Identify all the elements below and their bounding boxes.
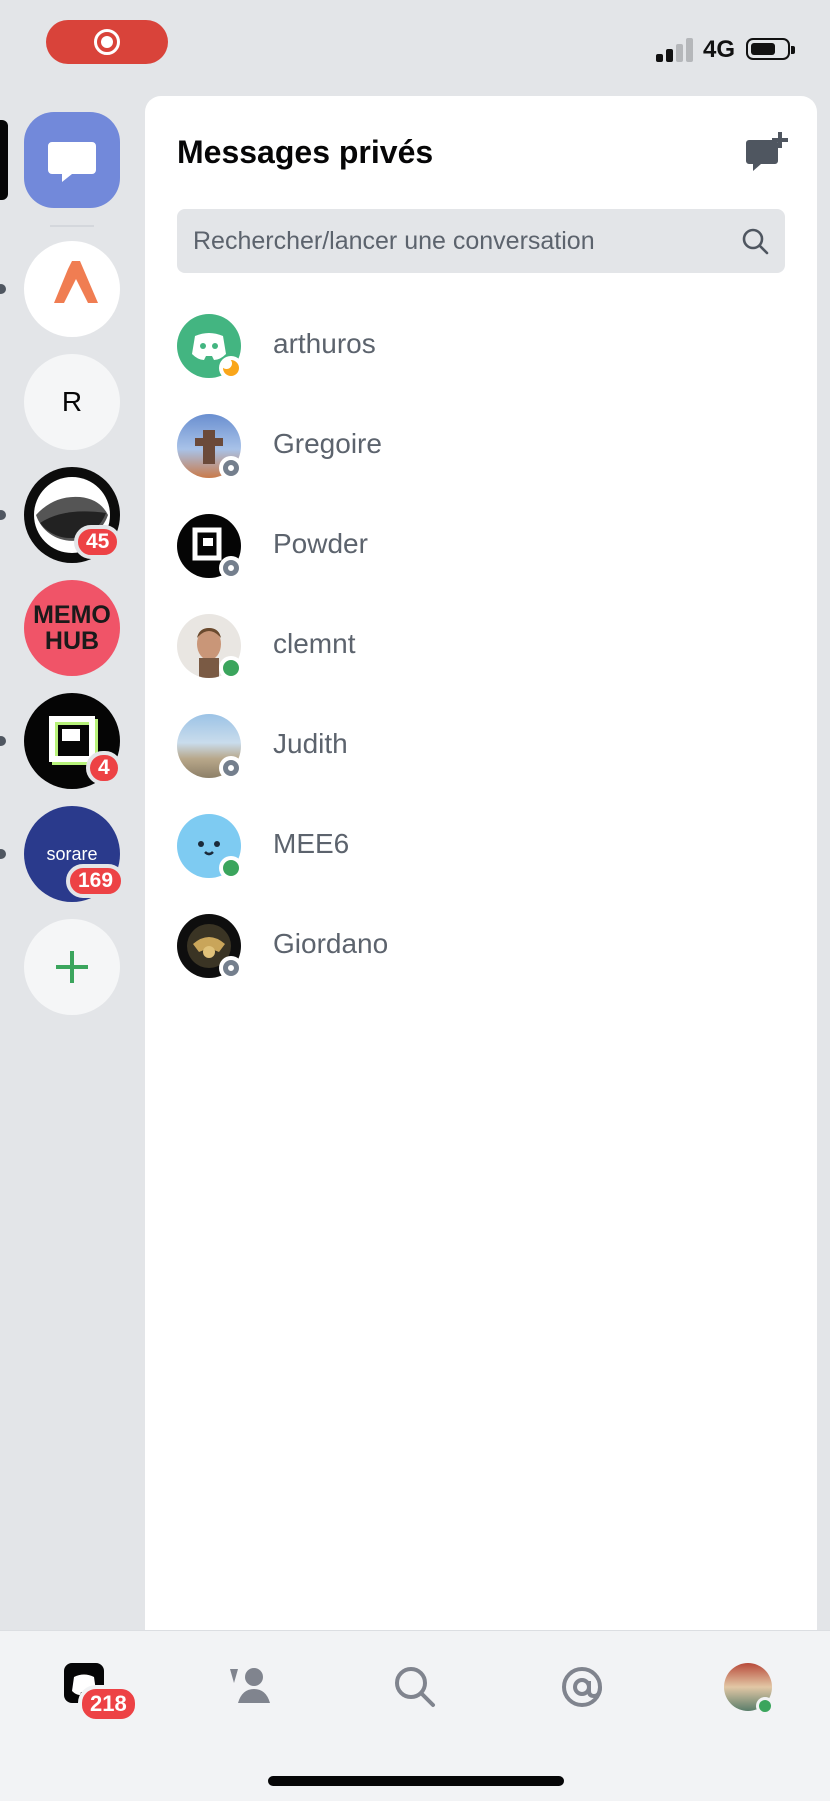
status-online-icon bbox=[756, 1697, 774, 1715]
server-initial: R bbox=[61, 386, 83, 417]
home-indicator bbox=[268, 1776, 564, 1786]
unread-indicator bbox=[0, 849, 6, 859]
server-sorare-icon[interactable]: sorare 169 bbox=[24, 806, 126, 902]
plus-icon bbox=[56, 951, 88, 983]
friends-icon bbox=[230, 1668, 270, 1703]
server-name-line2: HUB bbox=[44, 627, 100, 655]
status-online-icon bbox=[219, 856, 243, 880]
avatar bbox=[177, 414, 243, 480]
search-icon bbox=[395, 1667, 435, 1707]
avatar bbox=[177, 914, 243, 980]
search-input[interactable] bbox=[177, 209, 717, 273]
dm-name: arthuros bbox=[273, 328, 376, 359]
chat-bubble-icon bbox=[48, 142, 96, 182]
unread-indicator bbox=[0, 510, 6, 520]
battery-icon bbox=[746, 38, 795, 60]
dm-row-giordano[interactable]: Giordano bbox=[145, 894, 817, 994]
avatar bbox=[177, 714, 243, 780]
dm-name: clemnt bbox=[273, 628, 356, 659]
unread-badge: 169 bbox=[66, 864, 126, 898]
dm-row-arthuros[interactable]: arthuros bbox=[145, 294, 817, 394]
status-offline-icon bbox=[219, 556, 243, 580]
tab-profile[interactable] bbox=[720, 1659, 776, 1715]
dm-name: MEE6 bbox=[273, 828, 350, 859]
network-type: 4G bbox=[703, 36, 736, 63]
dm-row-mee6[interactable]: MEE6 bbox=[145, 794, 817, 894]
avatar bbox=[177, 614, 243, 680]
at-mention-icon bbox=[562, 1667, 602, 1707]
dm-name: Powder bbox=[273, 528, 368, 559]
direct-messages-panel: Messages privés Rechercher/lancer une co… bbox=[145, 96, 817, 1630]
rail-separator bbox=[50, 225, 94, 227]
server-r-icon[interactable]: R bbox=[24, 354, 120, 450]
tab-home[interactable]: 218 bbox=[58, 1659, 139, 1723]
tab-search[interactable] bbox=[387, 1659, 443, 1715]
tab-friends[interactable] bbox=[222, 1659, 278, 1715]
dm-row-gregoire[interactable]: Gregoire bbox=[145, 394, 817, 494]
server-label: sorare bbox=[46, 843, 98, 864]
dm-list: arthuros Gregoire Powder clemnt Judith M… bbox=[145, 294, 817, 994]
search-bar bbox=[177, 209, 785, 273]
avatar bbox=[177, 314, 243, 380]
signal-strength-icon bbox=[656, 38, 694, 62]
dm-row-judith[interactable]: Judith bbox=[145, 694, 817, 794]
dm-row-clemnt[interactable]: clemnt bbox=[145, 594, 817, 694]
selected-indicator bbox=[0, 120, 8, 200]
orange-logo-icon bbox=[54, 261, 98, 303]
new-group-dm-button[interactable] bbox=[745, 130, 789, 174]
server-orange-icon[interactable] bbox=[24, 241, 120, 337]
server-p-icon[interactable]: 4 bbox=[24, 693, 122, 789]
server-name-line1: MEMO bbox=[33, 601, 111, 629]
status-bar: 4G bbox=[0, 0, 830, 96]
add-server-button[interactable] bbox=[24, 919, 120, 1015]
unread-badge: 4 bbox=[86, 751, 122, 785]
status-online-icon bbox=[219, 656, 243, 680]
unread-indicator bbox=[0, 736, 6, 746]
status-offline-icon bbox=[219, 456, 243, 480]
unread-badge: 45 bbox=[74, 525, 122, 559]
notification-badge: 218 bbox=[78, 1685, 139, 1723]
server-swirl-icon[interactable]: 45 bbox=[24, 467, 122, 563]
server-memohub-icon[interactable]: MEMO HUB bbox=[24, 580, 120, 676]
status-offline-icon bbox=[219, 956, 243, 980]
status-idle-icon bbox=[219, 356, 243, 380]
tab-mentions[interactable] bbox=[554, 1659, 610, 1715]
page-title: Messages privés bbox=[177, 134, 434, 170]
avatar bbox=[177, 814, 243, 880]
status-offline-icon bbox=[219, 756, 243, 780]
avatar bbox=[177, 514, 243, 580]
dm-row-powder[interactable]: Powder bbox=[145, 494, 817, 594]
dm-name: Judith bbox=[273, 728, 348, 759]
search-icon[interactable] bbox=[741, 227, 769, 255]
unread-indicator bbox=[0, 284, 6, 294]
dm-name: Giordano bbox=[273, 928, 389, 959]
direct-messages-button[interactable] bbox=[24, 112, 120, 208]
new-message-icon bbox=[746, 132, 788, 171]
screen-recording-indicator[interactable] bbox=[46, 20, 168, 64]
dm-name: Gregoire bbox=[273, 428, 382, 459]
server-rail: R 45 MEMO HUB 4 sorare 169 bbox=[0, 96, 140, 1630]
